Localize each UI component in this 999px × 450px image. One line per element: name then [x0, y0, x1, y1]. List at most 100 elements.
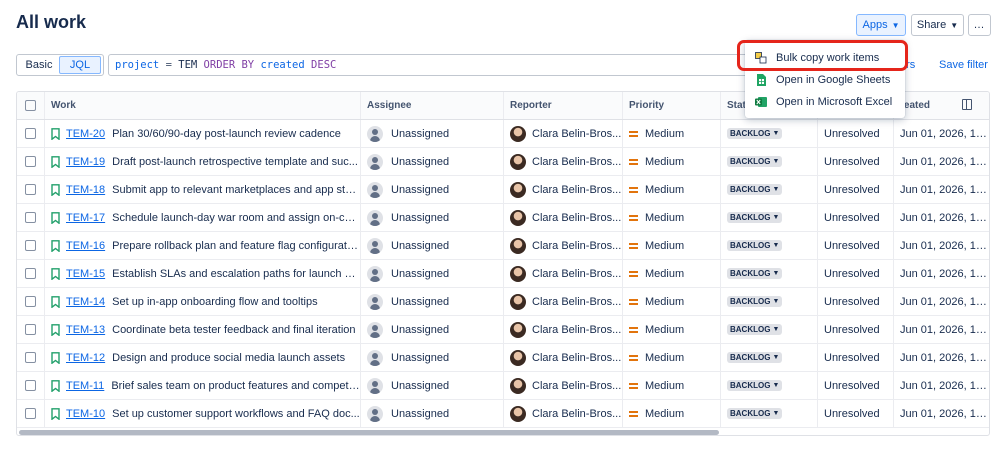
- priority-cell[interactable]: Medium: [623, 120, 721, 147]
- table-row[interactable]: TEM-10 Set up customer support workflows …: [17, 400, 989, 428]
- select-all-checkbox[interactable]: [25, 100, 36, 111]
- priority-cell[interactable]: Medium: [623, 204, 721, 231]
- issue-key-link[interactable]: TEM-11: [66, 380, 104, 392]
- header-created[interactable]: reated: [894, 92, 989, 119]
- issue-summary[interactable]: Prepare rollback plan and feature flag c…: [112, 240, 360, 252]
- horizontal-scrollbar[interactable]: [19, 430, 719, 435]
- row-checkbox[interactable]: [25, 128, 36, 139]
- row-checkbox[interactable]: [25, 212, 36, 223]
- issue-summary[interactable]: Coordinate beta tester feedback and fina…: [112, 324, 355, 336]
- priority-cell[interactable]: Medium: [623, 344, 721, 371]
- issue-summary[interactable]: Establish SLAs and escalation paths for …: [112, 268, 360, 280]
- reporter-cell[interactable]: Clara Belin-Bros...: [504, 232, 623, 259]
- assignee-cell[interactable]: Unassigned: [361, 176, 504, 203]
- reporter-cell[interactable]: Clara Belin-Bros...: [504, 148, 623, 175]
- header-reporter[interactable]: Reporter: [504, 92, 623, 119]
- priority-cell[interactable]: Medium: [623, 232, 721, 259]
- status-lozenge[interactable]: BACKLOG ▼: [727, 212, 783, 223]
- issue-summary[interactable]: Schedule launch-day war room and assign …: [112, 212, 360, 224]
- priority-cell[interactable]: Medium: [623, 148, 721, 175]
- reporter-cell[interactable]: Clara Belin-Bros...: [504, 400, 623, 427]
- share-button[interactable]: Share ▼: [911, 14, 964, 36]
- table-row[interactable]: TEM-18 Submit app to relevant marketplace…: [17, 176, 989, 204]
- row-checkbox[interactable]: [25, 240, 36, 251]
- row-checkbox[interactable]: [25, 352, 36, 363]
- reporter-cell[interactable]: Clara Belin-Bros...: [504, 344, 623, 371]
- table-row[interactable]: TEM-12 Design and produce social media la…: [17, 344, 989, 372]
- assignee-cell[interactable]: Unassigned: [361, 260, 504, 287]
- issue-summary[interactable]: Submit app to relevant marketplaces and …: [112, 184, 360, 196]
- header-work[interactable]: Work: [45, 92, 361, 119]
- row-checkbox[interactable]: [25, 324, 36, 335]
- reporter-cell[interactable]: Clara Belin-Bros...: [504, 260, 623, 287]
- table-row[interactable]: TEM-15 Establish SLAs and escalation path…: [17, 260, 989, 288]
- assignee-cell[interactable]: Unassigned: [361, 204, 504, 231]
- priority-cell[interactable]: Medium: [623, 316, 721, 343]
- header-assignee[interactable]: Assignee: [361, 92, 504, 119]
- status-lozenge[interactable]: BACKLOG ▼: [727, 128, 783, 139]
- jql-input[interactable]: project = TEM ORDER BY created DESC: [108, 54, 768, 76]
- assignee-cell[interactable]: Unassigned: [361, 372, 504, 399]
- row-checkbox[interactable]: [25, 156, 36, 167]
- table-row[interactable]: TEM-16 Prepare rollback plan and feature …: [17, 232, 989, 260]
- reporter-cell[interactable]: Clara Belin-Bros...: [504, 372, 623, 399]
- priority-cell[interactable]: Medium: [623, 260, 721, 287]
- row-checkbox[interactable]: [25, 268, 36, 279]
- row-checkbox[interactable]: [25, 184, 36, 195]
- issue-summary[interactable]: Brief sales team on product features and…: [111, 380, 360, 392]
- issue-key-link[interactable]: TEM-20: [66, 128, 105, 140]
- columns-config-button[interactable]: [962, 98, 972, 113]
- header-priority[interactable]: Priority: [623, 92, 721, 119]
- priority-cell[interactable]: Medium: [623, 372, 721, 399]
- issue-summary[interactable]: Set up in-app onboarding flow and toolti…: [112, 296, 317, 308]
- reporter-cell[interactable]: Clara Belin-Bros...: [504, 288, 623, 315]
- issue-key-link[interactable]: TEM-13: [66, 324, 105, 336]
- issue-key-link[interactable]: TEM-17: [66, 212, 105, 224]
- assignee-cell[interactable]: Unassigned: [361, 288, 504, 315]
- menu-item-excel[interactable]: Open in Microsoft Excel: [745, 91, 905, 113]
- more-actions-button[interactable]: …: [968, 14, 991, 36]
- row-checkbox[interactable]: [25, 380, 36, 391]
- issue-key-link[interactable]: TEM-18: [66, 184, 105, 196]
- table-row[interactable]: TEM-20 Plan 30/60/90-day post-launch revi…: [17, 120, 989, 148]
- status-lozenge[interactable]: BACKLOG ▼: [727, 380, 783, 391]
- reporter-cell[interactable]: Clara Belin-Bros...: [504, 120, 623, 147]
- status-lozenge[interactable]: BACKLOG ▼: [727, 184, 783, 195]
- assignee-cell[interactable]: Unassigned: [361, 232, 504, 259]
- issue-summary[interactable]: Plan 30/60/90-day post-launch review cad…: [112, 128, 341, 140]
- table-row[interactable]: TEM-19 Draft post-launch retrospective te…: [17, 148, 989, 176]
- status-lozenge[interactable]: BACKLOG ▼: [727, 240, 783, 251]
- table-row[interactable]: TEM-11 Brief sales team on product featur…: [17, 372, 989, 400]
- assignee-cell[interactable]: Unassigned: [361, 344, 504, 371]
- status-lozenge[interactable]: BACKLOG ▼: [727, 408, 783, 419]
- priority-cell[interactable]: Medium: [623, 400, 721, 427]
- status-lozenge[interactable]: BACKLOG ▼: [727, 352, 783, 363]
- issue-key-link[interactable]: TEM-16: [66, 240, 105, 252]
- issue-key-link[interactable]: TEM-12: [66, 352, 105, 364]
- assignee-cell[interactable]: Unassigned: [361, 148, 504, 175]
- reporter-cell[interactable]: Clara Belin-Bros...: [504, 316, 623, 343]
- table-row[interactable]: TEM-13 Coordinate beta tester feedback an…: [17, 316, 989, 344]
- mode-jql[interactable]: JQL: [59, 56, 101, 74]
- issue-summary[interactable]: Draft post-launch retrospective template…: [112, 156, 358, 168]
- apps-button[interactable]: Apps ▼: [856, 14, 906, 36]
- row-checkbox[interactable]: [25, 408, 36, 419]
- row-checkbox[interactable]: [25, 296, 36, 307]
- assignee-cell[interactable]: Unassigned: [361, 316, 504, 343]
- issue-summary[interactable]: Design and produce social media launch a…: [112, 352, 345, 364]
- status-lozenge[interactable]: BACKLOG ▼: [727, 268, 783, 279]
- priority-cell[interactable]: Medium: [623, 288, 721, 315]
- table-row[interactable]: TEM-17 Schedule launch-day war room and a…: [17, 204, 989, 232]
- save-filter-link[interactable]: Save filter: [939, 59, 988, 71]
- issue-key-link[interactable]: TEM-19: [66, 156, 105, 168]
- issue-summary[interactable]: Set up customer support workflows and FA…: [112, 408, 360, 420]
- status-lozenge[interactable]: BACKLOG ▼: [727, 324, 783, 335]
- issue-key-link[interactable]: TEM-15: [66, 268, 105, 280]
- assignee-cell[interactable]: Unassigned: [361, 400, 504, 427]
- status-lozenge[interactable]: BACKLOG ▼: [727, 156, 783, 167]
- priority-cell[interactable]: Medium: [623, 176, 721, 203]
- menu-item-google-sheets[interactable]: Open in Google Sheets: [745, 69, 905, 91]
- table-row[interactable]: TEM-14 Set up in-app onboarding flow and …: [17, 288, 989, 316]
- issue-key-link[interactable]: TEM-14: [66, 296, 105, 308]
- status-lozenge[interactable]: BACKLOG ▼: [727, 296, 783, 307]
